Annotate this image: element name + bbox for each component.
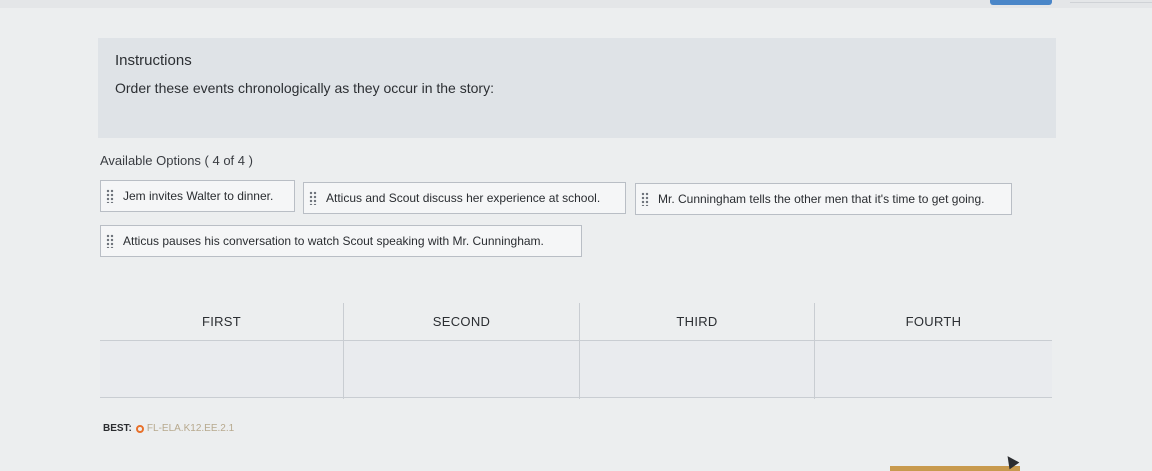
best-label: BEST:	[103, 423, 132, 434]
drag-handle-icon[interactable]	[641, 192, 649, 206]
drop-zone-third[interactable]	[580, 341, 814, 398]
slot-third: THIRD	[580, 303, 814, 399]
instructions-title: Instructions	[115, 52, 192, 69]
slot-header-third: THIRD	[580, 303, 814, 341]
drop-zone-first[interactable]	[100, 341, 343, 398]
standard-code[interactable]: FL-ELA.K12.EE.2.1	[147, 423, 234, 434]
slot-first: FIRST	[100, 303, 343, 399]
bottom-accent-bar	[890, 466, 1020, 471]
top-divider	[1070, 2, 1152, 3]
option-text: Atticus and Scout discuss her experience…	[326, 191, 601, 205]
drag-handle-icon[interactable]	[309, 191, 317, 205]
option-text: Mr. Cunningham tells the other men that …	[658, 192, 985, 206]
standard-tag: BEST: FL-ELA.K12.EE.2.1	[103, 423, 234, 434]
ordering-slots: FIRST SECOND THIRD FOURTH	[100, 303, 1052, 399]
option-card-atticus-pauses[interactable]: Atticus pauses his conversation to watch…	[100, 225, 582, 257]
instructions-panel: Instructions Order these events chronolo…	[98, 38, 1056, 138]
drag-handle-icon[interactable]	[106, 234, 114, 248]
slot-header-fourth: FOURTH	[815, 303, 1052, 341]
slot-fourth: FOURTH	[815, 303, 1052, 399]
top-bar	[0, 0, 1152, 8]
slot-header-first: FIRST	[100, 303, 343, 341]
slot-header-second: SECOND	[344, 303, 579, 341]
option-card-atticus-scout-discuss[interactable]: Atticus and Scout discuss her experience…	[303, 182, 626, 214]
option-card-cunningham-tells-men[interactable]: Mr. Cunningham tells the other men that …	[635, 183, 1012, 215]
option-text: Atticus pauses his conversation to watch…	[123, 234, 544, 248]
top-accent-bar	[990, 0, 1052, 5]
instructions-text: Order these events chronologically as th…	[115, 80, 494, 96]
drag-handle-icon[interactable]	[106, 189, 114, 203]
drop-zone-fourth[interactable]	[815, 341, 1052, 398]
slot-second: SECOND	[344, 303, 579, 399]
drop-zone-second[interactable]	[344, 341, 579, 398]
standard-info-icon[interactable]	[135, 424, 144, 433]
option-card-jem-invites-walter[interactable]: Jem invites Walter to dinner.	[100, 180, 295, 212]
option-text: Jem invites Walter to dinner.	[123, 189, 274, 203]
available-options-label: Available Options ( 4 of 4 )	[100, 153, 253, 168]
